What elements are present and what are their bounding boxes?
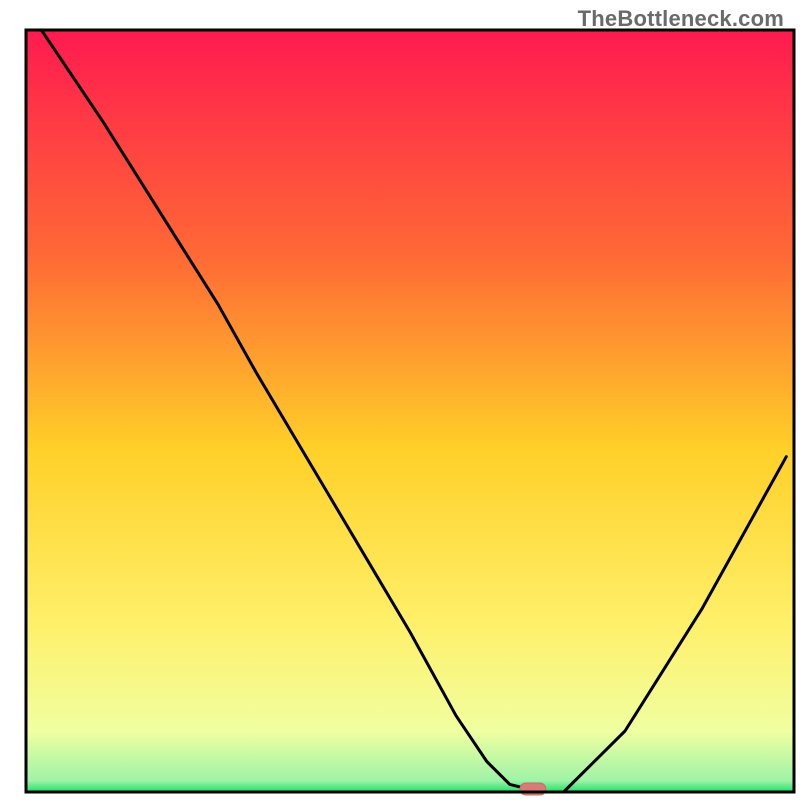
bottleneck-chart [0, 0, 800, 800]
watermark-text: TheBottleneck.com [578, 6, 784, 32]
chart-container: TheBottleneck.com [0, 0, 800, 800]
chart-background [26, 30, 794, 792]
